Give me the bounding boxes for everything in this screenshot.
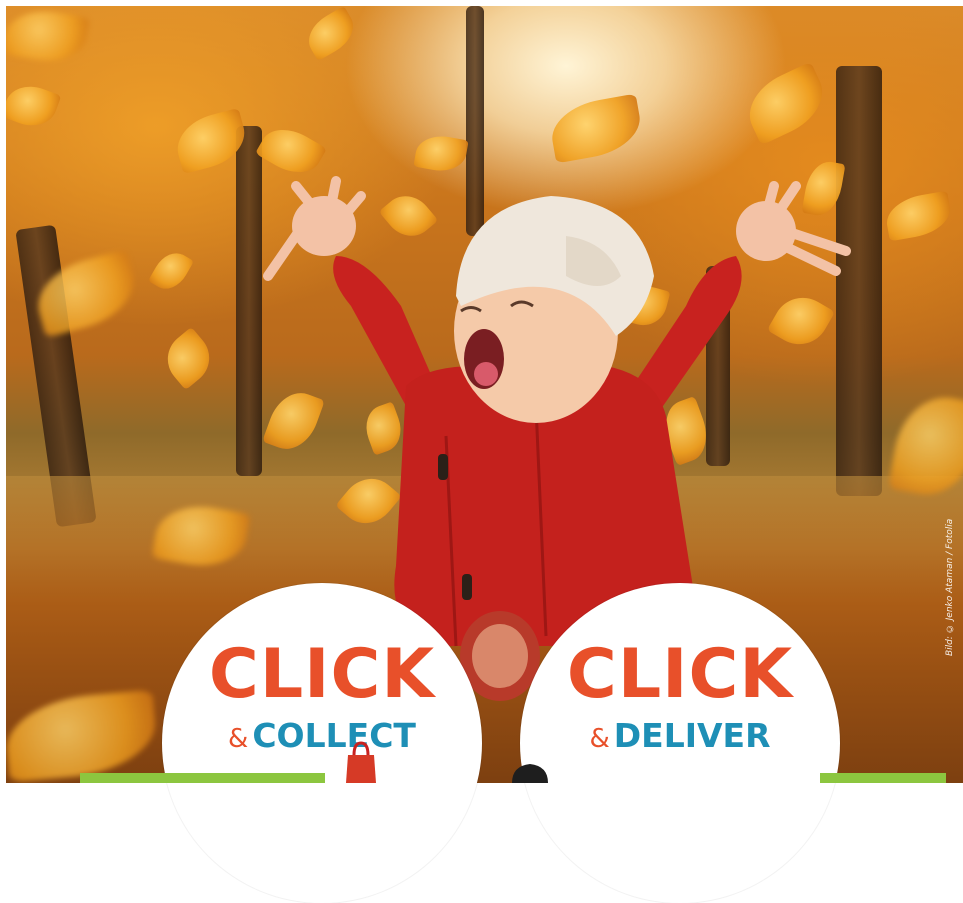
- accent-bar-right: [820, 773, 946, 783]
- collect-label: COLLECT: [252, 716, 416, 755]
- click-collect-badge[interactable]: CLICK & COLLECT: [162, 583, 482, 903]
- click-collect-title: CLICK: [208, 635, 436, 714]
- photo-credit: Bild: © Jenko Ataman / Fotolia: [945, 518, 955, 656]
- click-collect-subtitle: & COLLECT: [162, 716, 482, 755]
- click-deliver-title: CLICK: [566, 635, 794, 714]
- click-deliver-subtitle: & DELIVER: [520, 716, 840, 755]
- car-icon: [512, 764, 548, 783]
- ampersand: &: [228, 724, 249, 754]
- accent-bar-left: [80, 773, 325, 783]
- shopping-bag-icon: [346, 741, 376, 783]
- deliver-label: DELIVER: [613, 716, 771, 755]
- ampersand: &: [589, 724, 610, 754]
- click-deliver-badge[interactable]: CLICK & DELIVER: [520, 583, 840, 903]
